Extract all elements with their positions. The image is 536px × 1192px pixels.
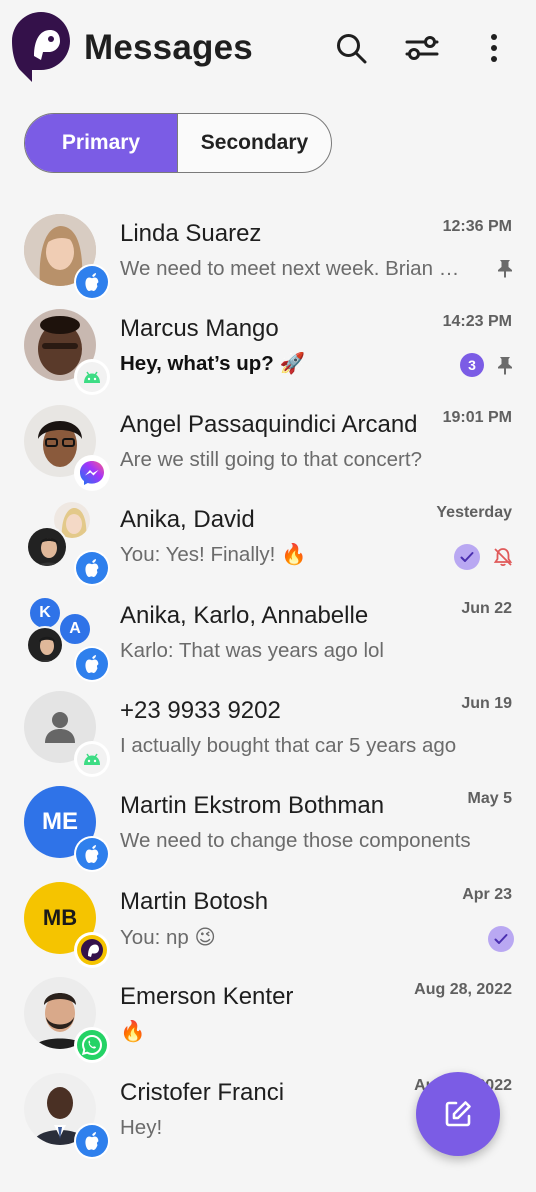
timestamp: Apr 23 xyxy=(462,885,512,903)
unread-count-badge: 3 xyxy=(460,353,484,378)
timestamp: Aug 28, 2022 xyxy=(414,981,512,999)
timestamp: 14:23 PM xyxy=(442,313,512,331)
whatsapp-badge xyxy=(74,1027,110,1064)
muted-bell-icon xyxy=(493,548,513,567)
conversation-list: Linda Suarez We need to meet next week. … xyxy=(0,202,536,1159)
conversation-row[interactable]: Anika, David You: Yes! Finally! 🔥 Yester… xyxy=(0,488,536,587)
conversation-row[interactable]: +23 9933 9202 I actually bought that car… xyxy=(0,679,536,777)
contact-name: Linda Suarez xyxy=(120,220,262,247)
pin-icon xyxy=(498,357,512,376)
contact-name: Martin Botosh xyxy=(120,887,269,915)
page-title: Messages xyxy=(84,28,253,67)
whatsapp-icon xyxy=(77,1030,107,1061)
timestamp: 19:01 PM xyxy=(442,408,512,426)
imessage-badge xyxy=(74,1122,110,1159)
group-avatar xyxy=(26,625,64,664)
imessage-badge xyxy=(74,836,110,873)
inbox-tabs: Primary Secondary xyxy=(24,113,332,173)
read-receipt-icon xyxy=(488,925,514,952)
message-preview: Are we still going to that concert? xyxy=(120,447,422,471)
read-receipt-icon xyxy=(454,544,480,571)
apple-icon xyxy=(76,552,108,585)
timestamp: Jun 22 xyxy=(461,599,512,617)
more-vertical-icon xyxy=(491,34,497,62)
contact-name: Marcus Mango xyxy=(120,315,279,343)
contact-name: Anika, David xyxy=(120,506,255,534)
apple-icon xyxy=(76,1124,108,1157)
contact-name: +23 9933 9202 xyxy=(120,696,281,724)
android-badge xyxy=(74,359,110,396)
contact-name: Angel Passaquindici Arcand xyxy=(120,410,418,438)
apple-icon xyxy=(76,838,108,871)
message-preview: You: Yes! Finally! 🔥 xyxy=(120,543,307,567)
messenger-badge xyxy=(74,454,110,491)
contact-name: Anika, Karlo, Annabelle xyxy=(120,601,369,629)
bird-logo-icon xyxy=(12,12,70,82)
messenger-icon xyxy=(80,460,104,485)
message-preview: I actually bought that car 5 years ago xyxy=(120,733,457,757)
bird-logo-icon xyxy=(77,934,107,965)
android-icon xyxy=(77,743,107,774)
search-button[interactable] xyxy=(331,28,371,68)
message-preview: We need to meet next week. Brian will be… xyxy=(120,257,465,280)
apple-icon xyxy=(76,647,108,680)
message-preview: You: np 😉 xyxy=(120,925,216,949)
app-header: Messages xyxy=(0,0,536,100)
message-preview: Hey! xyxy=(120,1115,163,1139)
more-options-button[interactable] xyxy=(474,28,514,68)
conversation-row[interactable]: MB Martin Botosh You: np 😉 Apr 23 xyxy=(0,870,536,968)
compose-button[interactable] xyxy=(416,1072,500,1156)
conversation-row[interactable]: K A Anika, Karlo, Annabelle Karlo: That xyxy=(0,584,536,682)
compose-icon xyxy=(445,1101,471,1127)
pin-icon xyxy=(498,260,512,278)
imessage-badge xyxy=(74,264,110,300)
conversation-row[interactable]: Marcus Mango Hey, what’s up? 🚀 14:23 PM … xyxy=(0,297,536,396)
conversation-row[interactable]: ME Martin Ekstrom Bothman We need to cha… xyxy=(0,774,536,873)
timestamp: May 5 xyxy=(467,790,512,808)
contact-name: Emerson Kenter xyxy=(120,983,294,1011)
conversation-row[interactable]: Linda Suarez We need to meet next week. … xyxy=(0,202,536,300)
contact-name: Cristofer Franci xyxy=(120,1078,285,1106)
android-badge xyxy=(74,740,110,777)
conversation-row[interactable]: Emerson Kenter 🔥 Aug 28, 2022 xyxy=(0,965,536,1064)
avatar-initials: MB xyxy=(42,904,78,930)
tab-primary[interactable]: Primary xyxy=(25,114,178,172)
search-icon xyxy=(337,34,367,64)
android-icon xyxy=(77,362,107,393)
avatar-initials: ME xyxy=(42,808,78,836)
tab-secondary[interactable]: Secondary xyxy=(178,114,331,172)
group-avatar-2 xyxy=(26,526,68,569)
message-preview: Karlo: That was years ago lol xyxy=(120,638,384,662)
message-preview: 🔥 xyxy=(120,1020,146,1044)
group-initial-avatar: K xyxy=(28,595,62,630)
timestamp: 12:36 PM xyxy=(442,218,512,235)
message-preview: We need to change those components xyxy=(120,829,471,853)
message-preview: Hey, what’s up? 🚀 xyxy=(120,352,305,376)
timestamp: Jun 19 xyxy=(461,694,512,712)
apple-icon xyxy=(76,266,108,298)
filter-button[interactable] xyxy=(402,28,442,68)
imessage-badge xyxy=(74,550,110,587)
filter-icon xyxy=(405,36,439,60)
conversation-row[interactable]: Angel Passaquindici Arcand Are we still … xyxy=(0,393,536,491)
contact-name: Martin Ekstrom Bothman xyxy=(120,792,385,820)
beeper-badge xyxy=(74,931,110,968)
person-placeholder-icon xyxy=(45,711,75,743)
imessage-badge xyxy=(74,645,110,682)
timestamp: Yesterday xyxy=(436,504,512,522)
